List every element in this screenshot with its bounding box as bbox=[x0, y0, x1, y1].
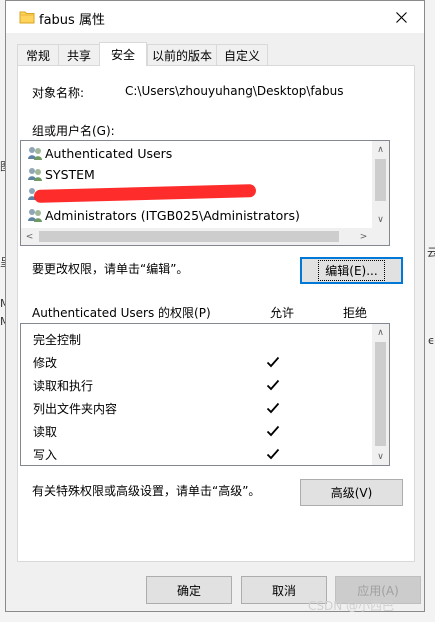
edit-hint: 要更改权限，请单击“编辑”。 bbox=[32, 262, 189, 276]
object-name-label: 对象名称: bbox=[32, 86, 85, 100]
scroll-thumb[interactable] bbox=[375, 342, 386, 446]
list-item-label: Authenticated Users bbox=[45, 145, 173, 161]
ok-button[interactable]: 确定 bbox=[146, 576, 232, 604]
tab-previous-versions[interactable]: 以前的版本 bbox=[147, 44, 217, 65]
scroll-down-icon[interactable]: ∨ bbox=[372, 448, 389, 465]
edit-button[interactable]: 编辑(E)... bbox=[300, 257, 403, 284]
horizontal-scrollbar[interactable]: < > bbox=[21, 228, 372, 245]
scroll-right-icon[interactable]: > bbox=[355, 228, 372, 245]
permission-row: 修改 bbox=[33, 352, 57, 372]
scroll-down-icon[interactable]: ∨ bbox=[372, 211, 389, 228]
list-item-label: Administrators (ITGB025\Administrators) bbox=[45, 207, 300, 223]
object-name-value: C:\Users\zhouyuhang\Desktop\fabus bbox=[125, 84, 344, 98]
permission-row: 列出文件夹内容 bbox=[33, 398, 117, 418]
permission-name: 读取和执行 bbox=[33, 378, 94, 393]
users-group-icon bbox=[28, 168, 42, 181]
scroll-up-icon[interactable]: ∧ bbox=[372, 324, 389, 341]
vertical-scrollbar[interactable]: ∧ ∨ bbox=[372, 141, 389, 228]
permissions-list: 完全控制 修改 读取和执行 列出文件夹内容 读取 写入 ∧ ∨ bbox=[20, 323, 390, 466]
permission-row: 完全控制 bbox=[33, 329, 81, 349]
edit-button-label: 编辑(E)... bbox=[318, 260, 385, 281]
scroll-thumb[interactable] bbox=[375, 159, 386, 201]
permission-row: 读取和执行 bbox=[33, 375, 93, 395]
list-item[interactable]: Administrators (ITGB025\Administrators) bbox=[27, 205, 300, 225]
advanced-hint: 有关特殊权限或高级设置，请单击“高级”。 bbox=[32, 484, 261, 498]
close-button[interactable] bbox=[378, 1, 424, 33]
window-title: fabus 属性 bbox=[39, 13, 105, 28]
users-group-icon bbox=[28, 147, 42, 160]
check-icon bbox=[266, 402, 280, 414]
scroll-thumb[interactable] bbox=[39, 231, 339, 242]
tab-general[interactable]: 常规 bbox=[17, 44, 59, 65]
permission-name: 完全控制 bbox=[33, 332, 82, 347]
folder-icon bbox=[19, 11, 35, 24]
vertical-scrollbar[interactable]: ∧ ∨ bbox=[372, 324, 389, 465]
permission-row: 读取 bbox=[33, 421, 57, 441]
list-item-label: SYSTEM bbox=[45, 166, 95, 182]
close-icon bbox=[395, 11, 407, 23]
properties-dialog: fabus 属性 常规 共享 安全 以前的版本 自定义 对象名称: C:\Use… bbox=[5, 0, 425, 612]
title-bar[interactable]: fabus 属性 bbox=[6, 1, 424, 33]
users-group-icon bbox=[28, 209, 42, 222]
permission-name: 读取 bbox=[33, 424, 58, 439]
background-text-fragment: 云 bbox=[427, 246, 435, 259]
background-right-edge bbox=[425, 0, 435, 622]
scroll-up-icon[interactable]: ∧ bbox=[372, 141, 389, 158]
tab-sharing[interactable]: 共享 bbox=[58, 44, 100, 65]
background-text-fragment: ϵ bbox=[428, 334, 435, 347]
tab-security[interactable]: 安全 bbox=[99, 42, 147, 66]
permission-row: 写入 bbox=[33, 444, 57, 464]
tab-customize[interactable]: 自定义 bbox=[216, 44, 268, 65]
list-item[interactable]: Authenticated Users bbox=[27, 143, 173, 163]
advanced-button[interactable]: 高级(V) bbox=[300, 479, 403, 506]
check-icon bbox=[266, 425, 280, 437]
check-icon bbox=[266, 379, 280, 391]
permissions-title: Authenticated Users 的权限(P) bbox=[32, 306, 211, 320]
allow-header: 允许 bbox=[270, 306, 295, 320]
watermark: CSDN @小西巴 bbox=[308, 599, 395, 613]
permission-name: 写入 bbox=[33, 447, 58, 462]
scroll-left-icon[interactable]: < bbox=[21, 228, 38, 245]
check-icon bbox=[266, 448, 280, 460]
check-icon bbox=[266, 356, 280, 368]
scroll-corner bbox=[372, 228, 389, 245]
deny-header: 拒绝 bbox=[343, 306, 368, 320]
permission-name: 列出文件夹内容 bbox=[33, 401, 118, 416]
permission-name: 修改 bbox=[33, 355, 58, 370]
list-item[interactable]: SYSTEM bbox=[27, 164, 95, 184]
groups-label: 组或用户名(G): bbox=[32, 124, 115, 138]
